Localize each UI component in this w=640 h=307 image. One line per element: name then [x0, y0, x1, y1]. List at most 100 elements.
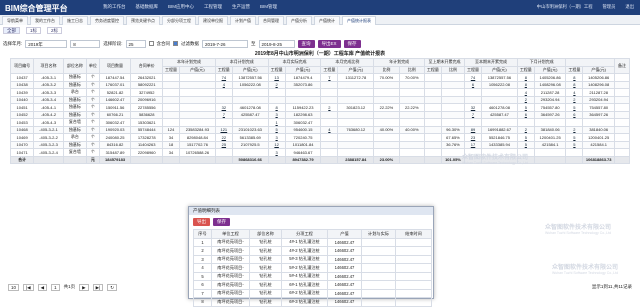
dialog-row[interactable]: 3 南坪花苑项目- 钻孔桩 5#-3 钻孔灌注桩 146602.47 [193, 254, 432, 264]
table-cell[interactable]: 5 [267, 125, 286, 134]
dialog-row[interactable]: 7 南坪花苑项目- 钻孔桩 6#-2 钻孔灌注桩 146602.47 [193, 288, 432, 298]
table-cell[interactable]: 2 [516, 125, 535, 134]
month-select[interactable]: 8 [70, 39, 101, 48]
nav-operation[interactable]: 生产运营 [232, 4, 250, 10]
table-cell[interactable] [320, 133, 339, 142]
query-button[interactable]: 查询 [297, 39, 315, 48]
table-cell[interactable]: 4 [565, 88, 584, 97]
table-cell[interactable]: 8 [565, 80, 584, 89]
table-cell[interactable]: 2 [516, 95, 535, 104]
table-cell[interactable]: 7 [214, 110, 233, 119]
table-cell[interactable]: 25 [214, 140, 233, 149]
dialog-row[interactable]: 1 南坪花苑项目- 钻孔桩 4#-1 钻孔灌注桩 146602.47 [193, 237, 432, 247]
table-cell[interactable]: 32 [464, 103, 482, 112]
table-cell[interactable]: 4 [320, 125, 339, 134]
table-cell[interactable]: 6 [565, 110, 584, 119]
last-page-button[interactable]: ▶| [92, 283, 104, 291]
nav-bim-manage[interactable]: BIM管理 [260, 4, 277, 10]
table-cell[interactable] [516, 118, 535, 127]
dialog-save-button[interactable]: 保存 [213, 218, 230, 226]
table-cell[interactable] [320, 80, 339, 89]
table-cell[interactable]: 5 [516, 103, 535, 112]
table-cell[interactable] [267, 88, 286, 97]
table-cell[interactable]: 5 [516, 133, 535, 142]
dialog-row[interactable]: 6 南坪花苑项目- 钻孔桩 6#-1 钻孔灌注桩 146602.47 [193, 280, 432, 290]
table-row[interactable]: 10468 -405-3-2-1 独基标个 190920.03 55748444 124 2… [9, 125, 630, 134]
tab-workbench[interactable]: 我的工作台 [30, 16, 60, 25]
table-cell[interactable]: 23 [464, 133, 482, 142]
project-name[interactable]: 中山市明洲保利（一期）工程 [537, 4, 593, 10]
table-cell[interactable] [214, 88, 233, 97]
tab-labor-progress[interactable]: 劳务进度管控 [90, 16, 124, 25]
dialog-row[interactable]: 5 南坪花苑项目- 钻孔桩 5#-4 钻孔灌注桩 146602.47 [193, 271, 432, 281]
table-cell[interactable] [565, 118, 584, 127]
table-cell[interactable]: 2 [320, 103, 339, 112]
date-from-field[interactable]: 2019-7-26 [202, 39, 248, 48]
table-cell[interactable]: 2 [565, 125, 584, 134]
table-cell[interactable]: 8 [516, 80, 535, 89]
table-cell[interactable]: 3 [267, 148, 286, 157]
tab-nav-menu[interactable]: 导航菜单 [2, 16, 28, 25]
table-cell[interactable]: 3 [267, 110, 286, 119]
table-cell[interactable]: 5 [565, 103, 584, 112]
save-button[interactable]: 保存 [343, 39, 361, 48]
table-cell[interactable] [214, 95, 233, 104]
nav-bim-center[interactable]: BIM应用中心 [168, 4, 194, 10]
table-cell[interactable]: 2 [267, 80, 286, 89]
table-cell[interactable]: 8 [267, 103, 286, 112]
tab-output-report[interactable]: 产值统计报表 [342, 16, 376, 25]
table-cell[interactable] [565, 148, 584, 157]
export-excel-button[interactable]: 导出EX [317, 39, 341, 48]
table-cell[interactable] [214, 148, 233, 157]
table-cell[interactable]: 17 [464, 140, 482, 149]
first-page-button[interactable]: |◀ [23, 283, 34, 291]
table-cell[interactable] [320, 95, 339, 104]
subtab-1[interactable]: 1标 [26, 27, 42, 34]
dialog-row[interactable]: 2 南坪花苑项目- 钻孔桩 4#-2 钻孔灌注桩 146602.47 [193, 246, 432, 256]
date-to-field[interactable]: 2019-8-25 [258, 39, 295, 48]
dialog-export-button[interactable]: 导出 [193, 218, 210, 226]
table-cell[interactable]: 3 [267, 133, 286, 142]
table-row[interactable]: 10470 -405-3-2-3 独基标个 84316.82 11404263 18 151… [9, 140, 630, 149]
table-cell[interactable]: 5 [565, 140, 584, 149]
table-cell[interactable]: 12 [267, 140, 286, 149]
table-cell[interactable]: 74 [464, 73, 482, 82]
tab-owner-report[interactable]: 建设单位报 [198, 16, 228, 25]
table-cell[interactable] [320, 140, 339, 149]
table-row[interactable]: 10451 -405-4-1 独基标个 150911.56 22785556 32 4601… [9, 103, 630, 112]
page-number-input[interactable]: 1 [51, 283, 60, 291]
user-name[interactable]: 管理员 [603, 4, 616, 10]
table-cell[interactable]: 5 [565, 133, 584, 142]
table-cell[interactable]: 8 [565, 73, 584, 82]
table-row[interactable]: 10439 -405-3-3 承台个 52821.82 3274952 4 211287.2… [9, 88, 630, 97]
dialog-row[interactable]: 4 南坪花苑项目- 钻孔桩 5#-2 钻孔灌注桩 146602.47 [193, 263, 432, 273]
tab-output-analysis[interactable]: 产值分析 [286, 16, 312, 25]
page-size-select[interactable]: 10 [8, 283, 20, 291]
table-cell[interactable]: 7 [320, 73, 339, 82]
logout-button[interactable]: 退出 [625, 4, 634, 10]
table-row[interactable]: 10471 -405-3-2-4 复合墙个 315487.89 22098960 34 10… [9, 148, 630, 157]
table-cell[interactable]: 1 [267, 118, 286, 127]
table-row[interactable]: 10453 -405-4-3 复合墙个 306032.47 15303621 1 30603… [9, 118, 630, 127]
prev-page-button[interactable]: ◀ [37, 283, 48, 291]
subtab-2[interactable]: 2标 [47, 27, 63, 34]
table-cell[interactable] [214, 118, 233, 127]
nav-database[interactable]: 基础数据库 [136, 4, 159, 10]
table-cell[interactable] [267, 95, 286, 104]
table-cell[interactable] [320, 148, 339, 157]
table-cell[interactable]: 13 [267, 73, 286, 82]
tab-output-stats[interactable]: 产值统计 [314, 16, 340, 25]
stage-select[interactable]: 25 [125, 39, 146, 48]
refresh-icon[interactable]: ↻ [107, 283, 118, 291]
table-cell[interactable]: 74 [214, 73, 233, 82]
table-row[interactable]: 10452 -405-4-2 独基标个 60766.21 5836628 7 425587.… [9, 110, 630, 119]
table-row[interactable]: 10440 -405-3-4 独基标个 146602.47 20096916 2 29320… [9, 95, 630, 104]
table-cell[interactable]: 4 [516, 88, 535, 97]
nav-project[interactable]: 工程管理 [204, 4, 222, 10]
table-cell[interactable]: 4 [214, 80, 233, 89]
table-cell[interactable]: 8 [516, 73, 535, 82]
table-cell[interactable] [320, 118, 339, 127]
tab-key-nodes[interactable]: 预览关键节点 [126, 16, 160, 25]
table-row[interactable]: 10438 -405-3-2 独基标个 176037.01 58092221 4 10562… [9, 80, 630, 89]
next-page-button[interactable]: ▶ [79, 283, 89, 291]
